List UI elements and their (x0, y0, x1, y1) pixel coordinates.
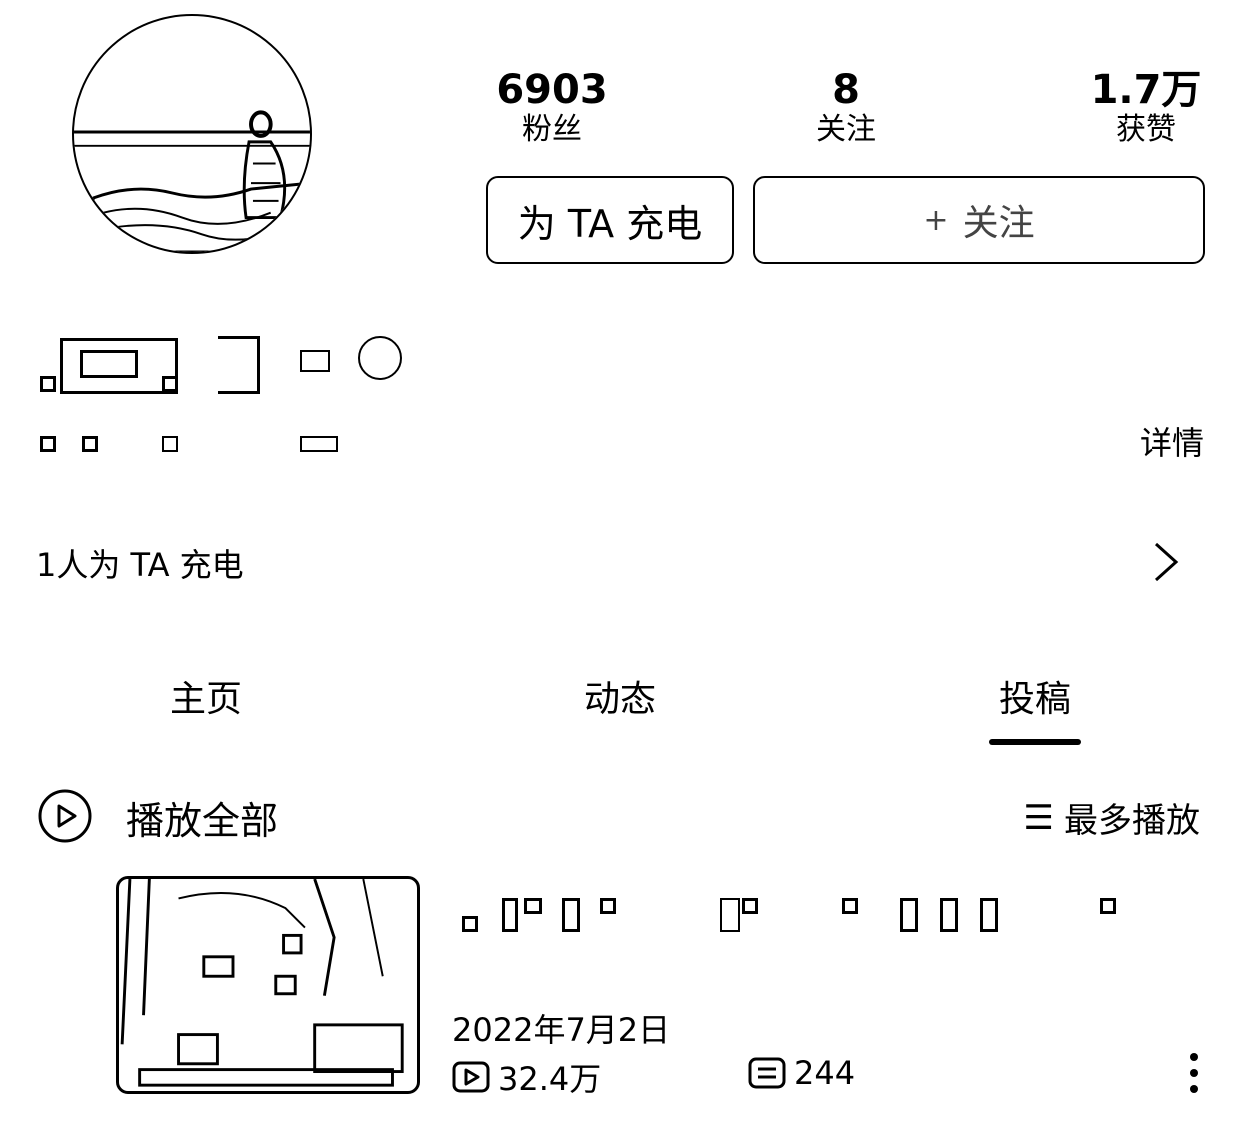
name-glyph (40, 376, 56, 392)
title-glyph (1100, 898, 1116, 914)
bio-glyph (40, 436, 56, 452)
comment-count-icon (748, 1057, 786, 1089)
tab-home[interactable]: 主页 (106, 670, 306, 722)
title-glyph (842, 898, 858, 914)
video-thumbnail[interactable] (116, 876, 420, 1094)
stat-likes-value: 1.7万 (1090, 67, 1202, 113)
stat-fans-value: 6903 (496, 67, 608, 113)
title-glyph (980, 898, 998, 932)
menu-lines-icon: ☰ (1023, 797, 1054, 838)
video-title[interactable] (458, 894, 1128, 938)
play-circle-icon[interactable] (38, 789, 92, 843)
detail-link[interactable]: 详情 (1140, 418, 1204, 464)
name-glyph (218, 336, 260, 394)
follow-button-label: 关注 (962, 203, 1035, 244)
title-glyph (600, 898, 616, 914)
tab-dynamics[interactable]: 动态 (520, 670, 720, 722)
title-glyph (502, 898, 518, 932)
bio-glyph (82, 436, 98, 452)
plus-icon: + (923, 202, 949, 238)
title-glyph (720, 898, 740, 932)
name-glyph (80, 350, 138, 378)
title-glyph (462, 916, 478, 932)
sort-label: 最多播放 (1064, 801, 1200, 841)
title-glyph (562, 898, 580, 932)
title-glyph (524, 898, 542, 914)
sort-button[interactable]: ☰ 最多播放 (1024, 793, 1200, 842)
charge-button-label: 为 TA 充电 (517, 201, 703, 246)
name-glyph (162, 376, 178, 392)
title-glyph (900, 898, 918, 932)
stat-following[interactable]: 8 关注 (746, 68, 946, 148)
bio-glyph (300, 436, 338, 452)
play-count-icon (452, 1061, 490, 1093)
charge-supporters-row[interactable]: 1人为 TA 充电 (36, 540, 244, 586)
video-comments-value: 244 (794, 1054, 856, 1092)
stat-fans[interactable]: 6903 粉丝 (452, 68, 652, 148)
name-glyph (300, 350, 330, 372)
video-comments: 244 (748, 1054, 855, 1092)
follow-button[interactable]: + 关注 (753, 176, 1205, 264)
active-tab-indicator (989, 739, 1081, 745)
tab-uploads[interactable]: 投稿 (935, 670, 1135, 722)
more-options-icon[interactable] (1186, 1052, 1202, 1094)
video-date: 2022年7月2日 (452, 1011, 671, 1049)
avatar[interactable] (72, 14, 312, 254)
stat-likes[interactable]: 1.7万 获赞 (1046, 68, 1242, 148)
username (38, 330, 418, 400)
stat-likes-label: 获赞 (1116, 112, 1176, 147)
level-badge-icon (358, 336, 402, 380)
bio-glyph (162, 436, 178, 452)
avatar-image (74, 110, 310, 252)
title-glyph (940, 898, 958, 932)
charge-button[interactable]: 为 TA 充电 (486, 176, 734, 264)
video-plays: 32.4万 (452, 1054, 601, 1100)
stat-fans-label: 粉丝 (522, 112, 582, 147)
play-all-button[interactable]: 播放全部 (126, 790, 278, 845)
title-glyph (742, 898, 758, 914)
stat-following-label: 关注 (816, 112, 876, 147)
video-plays-value: 32.4万 (498, 1060, 602, 1098)
stat-following-value: 8 (832, 67, 860, 113)
chevron-right-icon[interactable] (1148, 540, 1184, 584)
video-thumbnail-image (120, 879, 404, 1087)
